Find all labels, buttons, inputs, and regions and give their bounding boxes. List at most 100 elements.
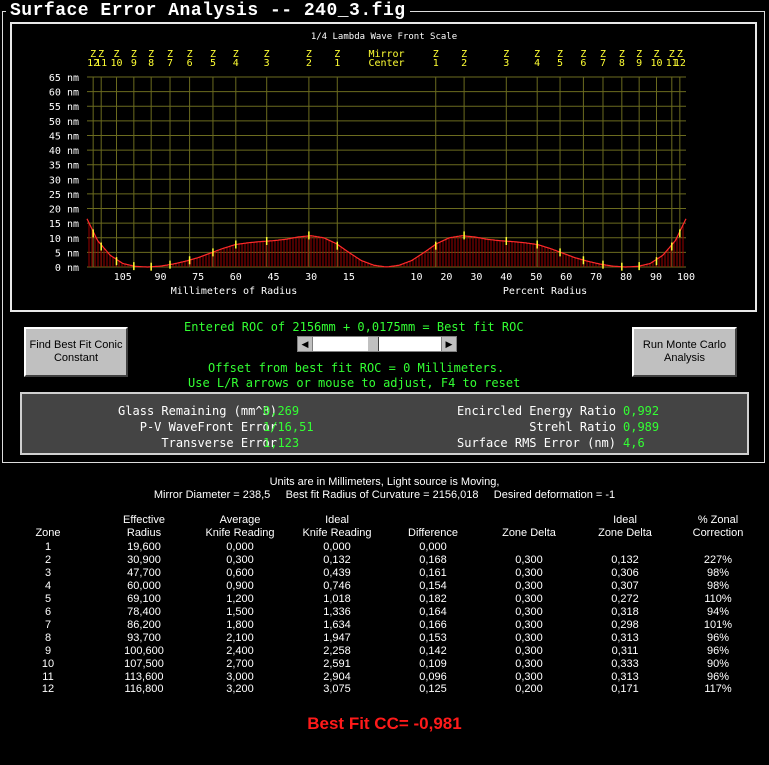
- y-tick-label: 15 nm: [49, 219, 79, 230]
- table-cell: 0,000: [419, 541, 447, 553]
- x-tick-label-percent: 70: [590, 272, 602, 283]
- table-cell: 0,166: [419, 618, 447, 631]
- table-cell: 96%: [706, 670, 730, 683]
- zone-label-number: 6: [187, 58, 193, 69]
- y-tick-label: 40 nm: [49, 146, 79, 157]
- table-header-cell: Ideal: [613, 514, 637, 526]
- zone-label-number: 2: [461, 58, 467, 69]
- roc-offset-scrollbar[interactable]: ◀ ▶: [297, 336, 457, 352]
- table-cell: 7: [44, 618, 52, 631]
- table-cell: 107,500: [124, 657, 164, 670]
- find-best-fit-conic-button[interactable]: Find Best Fit Conic Constant: [24, 327, 128, 377]
- zone-label-number: 2: [306, 58, 312, 69]
- table-cell: 0,132: [323, 553, 351, 566]
- zone-label-number: 4: [534, 58, 540, 69]
- table-cell: 100,600: [124, 644, 164, 657]
- zone-label-number: 8: [148, 58, 154, 69]
- table-cell: 69,100: [127, 592, 161, 605]
- y-tick-label: 30 nm: [49, 175, 79, 186]
- table-cell: 2,904: [323, 670, 351, 683]
- table-cell: 2,591: [323, 657, 351, 670]
- transverse-error-label: Transverse Error: [161, 436, 277, 450]
- statistics-panel: Glass Remaining (mm^3) 0,269 P-V WaveFro…: [20, 392, 749, 455]
- table-cell: 98%: [706, 566, 730, 579]
- table-cell: 0,313: [611, 631, 639, 644]
- table-cell: 227%: [703, 553, 733, 566]
- table-cell: 0,300: [515, 566, 543, 579]
- table-cell: 3,075: [323, 683, 351, 696]
- table-cell: 2,100: [226, 631, 254, 644]
- table-cell: 3,000: [226, 670, 254, 683]
- x-tick-label-mm: 105: [114, 272, 132, 283]
- x-tick-label-percent: 30: [470, 272, 482, 283]
- table-cell: 96%: [706, 631, 730, 644]
- table-cell: 3,200: [226, 683, 254, 696]
- x-tick-label-percent: 60: [560, 272, 572, 283]
- y-tick-label: 20 nm: [49, 205, 79, 216]
- y-tick-label: 0 nm: [55, 263, 79, 274]
- table-cell: 0,300: [226, 553, 254, 566]
- zone-label-number: 12: [674, 58, 686, 69]
- table-cell: 3: [44, 566, 52, 579]
- y-tick-label: 60 nm: [49, 88, 79, 99]
- table-cell: 19,600: [127, 541, 161, 553]
- table-cell: 0,439: [323, 566, 351, 579]
- chart-title: 1/4 Lambda Wave Front Scale: [311, 32, 457, 42]
- strehl-ratio-label: Strehl Ratio: [529, 420, 616, 434]
- zone-label-number: 9: [636, 58, 642, 69]
- zone-label-number: 8: [619, 58, 625, 69]
- table-cell: 0,096: [419, 670, 447, 683]
- zone-label-number: 7: [167, 58, 173, 69]
- zone-label-number: 5: [210, 58, 216, 69]
- table-cell: 0,272: [611, 592, 639, 605]
- table-cell: 93,700: [127, 631, 161, 644]
- table-cell: 0,900: [226, 579, 254, 592]
- table-cell: 96%: [706, 644, 730, 657]
- table-header-cell: Zone Delta: [502, 527, 556, 539]
- table-cell: 98%: [706, 579, 730, 592]
- table-header-cell: Average: [219, 514, 261, 526]
- table-cell: 101%: [703, 618, 733, 631]
- table-cell: 1,336: [323, 605, 351, 618]
- table-cell: 5: [44, 592, 52, 605]
- table-header-cell: Knife Reading: [205, 527, 275, 539]
- table-cell: 4: [44, 579, 52, 592]
- mirror-info-line: Mirror Diameter = 238,5 Best fit Radius …: [153, 489, 616, 501]
- wavefront-plot: 1/4 Lambda Wave Front Scale 65 nm 60 nm 55 …: [10, 22, 757, 312]
- zone-label-number: 10: [110, 58, 122, 69]
- table-header-cell: % Zonal: [697, 514, 739, 526]
- table-cell: 0,300: [515, 631, 543, 644]
- zone-label-number: 3: [503, 58, 509, 69]
- scroll-thumb[interactable]: [367, 337, 379, 351]
- table-cell: 9: [44, 644, 52, 657]
- transverse-error-value: 1,123: [263, 436, 300, 450]
- table-cell: 0,161: [419, 566, 447, 579]
- y-tick-label: 55 nm: [49, 102, 79, 113]
- scroll-left-arrow-icon[interactable]: ◀: [298, 337, 313, 351]
- strehl-ratio-value: 0,989: [623, 420, 660, 434]
- table-header-cell: Zone: [35, 527, 61, 539]
- table-cell: 6: [44, 605, 52, 618]
- table-cell: 0,300: [515, 618, 543, 631]
- x-tick-label-percent: 10: [410, 272, 422, 283]
- table-header-cell: Radius: [126, 527, 162, 539]
- table-cell: 2,258: [323, 644, 351, 657]
- table-cell: 0,154: [419, 579, 447, 592]
- zone-label-number: 1: [334, 58, 340, 69]
- table-cell: 0,313: [611, 670, 639, 683]
- table-cell: 2: [44, 553, 52, 566]
- scroll-right-arrow-icon[interactable]: ▶: [441, 337, 456, 351]
- table-cell: 0,300: [515, 644, 543, 657]
- y-tick-label: 25 nm: [49, 190, 79, 201]
- zone-label-number: 6: [580, 58, 586, 69]
- table-cell: 0,300: [515, 670, 543, 683]
- table-header-cell: Zone Delta: [598, 527, 652, 539]
- table-header-cell: Difference: [408, 527, 458, 539]
- x-tick-label-percent: 80: [620, 272, 632, 283]
- table-cell: 2,700: [226, 657, 254, 670]
- x-tick-label-mm: 75: [192, 272, 204, 283]
- x-tick-label-mm: 90: [154, 272, 166, 283]
- run-monte-carlo-button[interactable]: Run Monte Carlo Analysis: [632, 327, 737, 377]
- x-tick-label-mm: 60: [230, 272, 242, 283]
- x-axis-label-percent: Percent Radius: [503, 286, 587, 297]
